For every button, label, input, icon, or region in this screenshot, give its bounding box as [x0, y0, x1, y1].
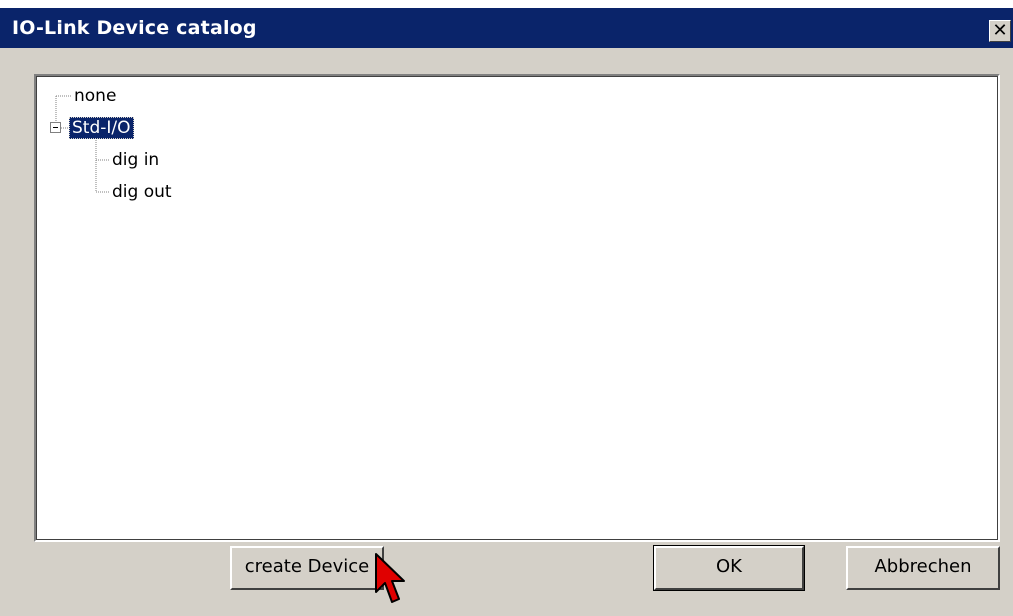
- tree-item-dig-out[interactable]: dig out: [112, 181, 172, 203]
- dialog-window: IO-Link Device catalog ✕ none Std-I/O di…: [0, 8, 1013, 616]
- device-tree[interactable]: none Std-I/O dig in dig out: [34, 74, 1000, 542]
- tree-item-dig-in[interactable]: dig in: [112, 149, 159, 171]
- tree-item-none[interactable]: none: [74, 85, 116, 107]
- collapse-icon[interactable]: [50, 122, 61, 133]
- ok-button[interactable]: OK: [653, 545, 805, 591]
- close-icon: ✕: [992, 20, 1008, 41]
- cancel-button[interactable]: Abbrechen: [846, 546, 1000, 590]
- mouse-pointer-icon: [375, 553, 405, 603]
- title-bar[interactable]: IO-Link Device catalog ✕: [0, 8, 1013, 48]
- tree-item-std-io[interactable]: Std-I/O: [69, 117, 134, 139]
- window-title: IO-Link Device catalog: [12, 17, 257, 39]
- create-device-button[interactable]: create Device: [230, 546, 384, 590]
- tree-lines: [55, 95, 110, 193]
- close-button[interactable]: ✕: [989, 20, 1011, 42]
